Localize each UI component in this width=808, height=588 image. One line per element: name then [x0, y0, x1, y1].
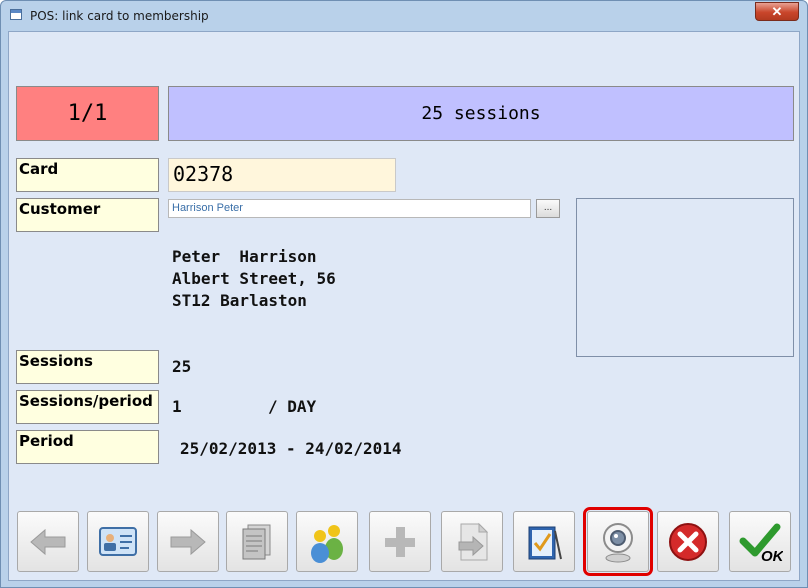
card-label: Card	[16, 158, 159, 192]
checklist-button[interactable]	[513, 511, 575, 572]
sessions-period-label: Sessions/period	[16, 390, 159, 424]
member-card-button[interactable]	[87, 511, 149, 572]
customer-input[interactable]: Harrison Peter	[168, 199, 531, 218]
window-icon	[10, 9, 22, 20]
add-button[interactable]	[369, 511, 431, 572]
ok-check-icon: OK	[739, 523, 783, 565]
export-document-icon	[458, 522, 489, 560]
arrow-left-icon	[30, 528, 66, 555]
address-city: ST12 Barlaston	[172, 291, 307, 310]
arrow-right-icon	[170, 528, 206, 555]
ok-label: OK	[761, 548, 783, 565]
address-street: Albert Street, 56	[172, 269, 336, 288]
documents-button[interactable]	[226, 511, 288, 572]
group-icon	[311, 524, 343, 563]
customer-browse-button[interactable]: ...	[536, 199, 560, 218]
sessions-label: Sessions	[16, 350, 159, 384]
customer-label: Customer	[16, 198, 159, 232]
period-value: 25/02/2013 - 24/02/2014	[180, 439, 402, 458]
id-card-icon	[99, 526, 137, 556]
cancel-icon	[669, 522, 707, 561]
cancel-button[interactable]	[657, 511, 719, 572]
checklist-icon	[528, 526, 562, 559]
sessions-period-value: 1	[172, 397, 182, 416]
customer-photo	[576, 198, 794, 357]
documents-icon	[242, 524, 271, 559]
webcam-icon	[603, 522, 633, 562]
next-button[interactable]	[157, 511, 219, 572]
address-name: Peter Harrison	[172, 247, 317, 266]
export-button[interactable]	[441, 511, 503, 572]
plus-icon	[385, 526, 415, 557]
record-counter: 1/1	[16, 86, 159, 141]
membership-title: 25 sessions	[168, 86, 794, 141]
window-title: POS: link card to membership	[30, 9, 209, 23]
sessions-period-unit: / DAY	[268, 397, 317, 416]
sessions-value: 25	[172, 357, 192, 376]
title-bar[interactable]: POS: link card to membership ✕	[1, 1, 807, 31]
close-button[interactable]: ✕	[755, 2, 799, 21]
previous-button[interactable]	[17, 511, 79, 572]
card-input[interactable]: 02378	[168, 158, 396, 192]
group-members-button[interactable]	[296, 511, 358, 572]
period-label: Period	[16, 430, 159, 464]
webcam-button[interactable]	[583, 507, 653, 576]
ok-button[interactable]: OK	[729, 511, 791, 572]
